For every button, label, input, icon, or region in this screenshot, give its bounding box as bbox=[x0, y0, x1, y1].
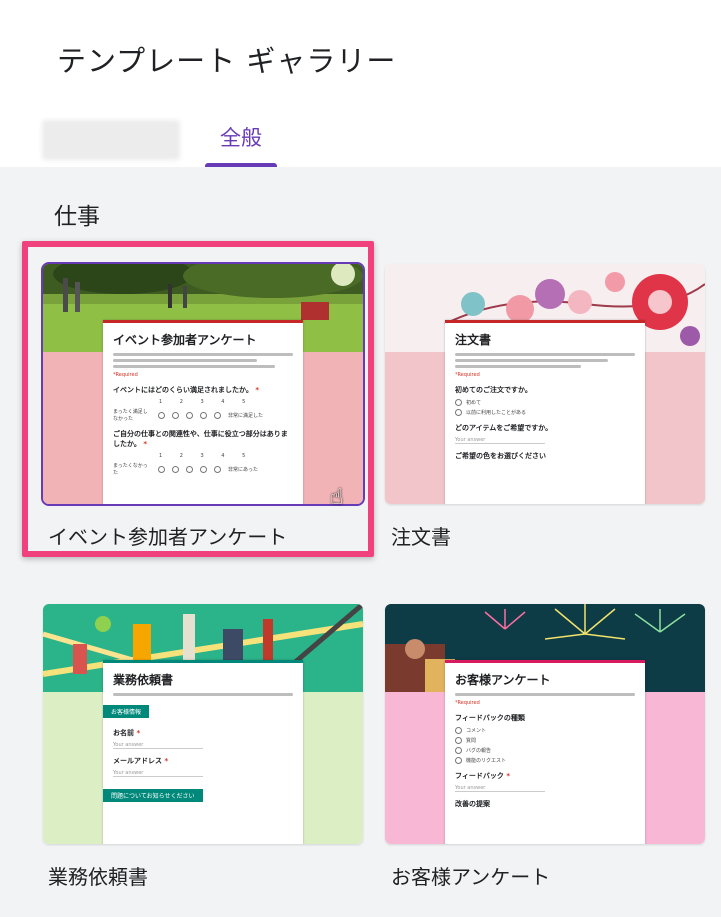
question-1: お名前 * bbox=[113, 728, 293, 738]
required-star: * bbox=[136, 729, 141, 737]
question-text: お名前 bbox=[113, 729, 134, 737]
section-title: 仕事 bbox=[54, 204, 100, 230]
answer-placeholder: Your answer bbox=[455, 437, 545, 444]
selection-highlight bbox=[22, 241, 374, 557]
form-title: 注文書 bbox=[455, 333, 492, 347]
template-name[interactable]: 業務依頼書 bbox=[48, 861, 148, 890]
required-note: *Required bbox=[455, 700, 480, 706]
question-text: フィードバック bbox=[455, 772, 504, 780]
question-2: メールアドレス * bbox=[113, 756, 293, 766]
description-line bbox=[455, 365, 581, 368]
description-line bbox=[455, 359, 608, 362]
tab-indicator bbox=[205, 163, 277, 167]
hand-pointer-icon: ☝ bbox=[330, 485, 344, 510]
form-title: 業務依頼書 bbox=[113, 673, 174, 687]
option: コメント bbox=[455, 727, 635, 734]
option: 初めて bbox=[455, 399, 635, 406]
template-thumbnail: 注文書 *Required 初めてのご注文ですか。 初めて 以前に利用したことが… bbox=[385, 264, 705, 504]
template-card-work-request[interactable]: 業務依頼書 お客様情報 お名前 * Your answer メールアドレス * … bbox=[43, 604, 363, 844]
required-note: *Required bbox=[455, 372, 480, 378]
blurred-tab[interactable] bbox=[42, 120, 180, 160]
question-2: どのアイテムをご希望ですか。 bbox=[455, 424, 553, 432]
template-thumbnail: 業務依頼書 お客様情報 お名前 * Your answer メールアドレス * … bbox=[43, 604, 363, 844]
section-header: お客様情報 bbox=[103, 705, 150, 718]
template-card-order-form[interactable]: 注文書 *Required 初めてのご注文ですか。 初めて 以前に利用したことが… bbox=[385, 264, 705, 504]
question-3: 改善の提案 bbox=[455, 800, 490, 808]
option: 質問 bbox=[455, 737, 635, 744]
required-star: * bbox=[506, 772, 510, 780]
form-preview: お客様アンケート *Required フィードバックの種類 コメント 質問 バグ… bbox=[445, 660, 645, 844]
question-1: フィードバックの種類 bbox=[455, 714, 525, 722]
template-thumbnail: お客様アンケート *Required フィードバックの種類 コメント 質問 バグ… bbox=[385, 604, 705, 844]
section-header: 問題についてお知らせください bbox=[103, 789, 203, 802]
answer-placeholder: Your answer bbox=[455, 785, 545, 792]
question-3: ご希望の色をお選びください bbox=[455, 452, 546, 460]
form-preview: 注文書 *Required 初めてのご注文ですか。 初めて 以前に利用したことが… bbox=[445, 320, 645, 504]
question-1: 初めてのご注文ですか。 bbox=[455, 386, 532, 394]
description-line bbox=[455, 693, 635, 696]
answer-placeholder: Your answer bbox=[113, 742, 203, 749]
template-name[interactable]: 注文書 bbox=[391, 521, 451, 550]
tab-all[interactable]: 全般 bbox=[205, 120, 277, 167]
page-title: テンプレート ギャラリー bbox=[57, 44, 397, 78]
template-name[interactable]: お客様アンケート bbox=[391, 861, 550, 890]
option: バグの報告 bbox=[455, 747, 635, 754]
option: 機能のリクエスト bbox=[455, 757, 635, 764]
question-2: フィードバック * bbox=[455, 771, 635, 781]
question-text: メールアドレス bbox=[113, 757, 162, 765]
description-line bbox=[455, 353, 635, 356]
required-star: * bbox=[164, 757, 169, 765]
tab-label: 全般 bbox=[220, 126, 262, 150]
header: テンプレート ギャラリー 全般 bbox=[0, 0, 721, 167]
form-preview: 業務依頼書 お客様情報 お名前 * Your answer メールアドレス * … bbox=[103, 660, 303, 844]
description-line bbox=[113, 693, 293, 696]
template-card-customer-survey[interactable]: お客様アンケート *Required フィードバックの種類 コメント 質問 バグ… bbox=[385, 604, 705, 844]
form-title: お客様アンケート bbox=[455, 673, 551, 687]
option: 以前に利用したことがある bbox=[455, 409, 635, 416]
answer-placeholder: Your answer bbox=[113, 770, 203, 777]
